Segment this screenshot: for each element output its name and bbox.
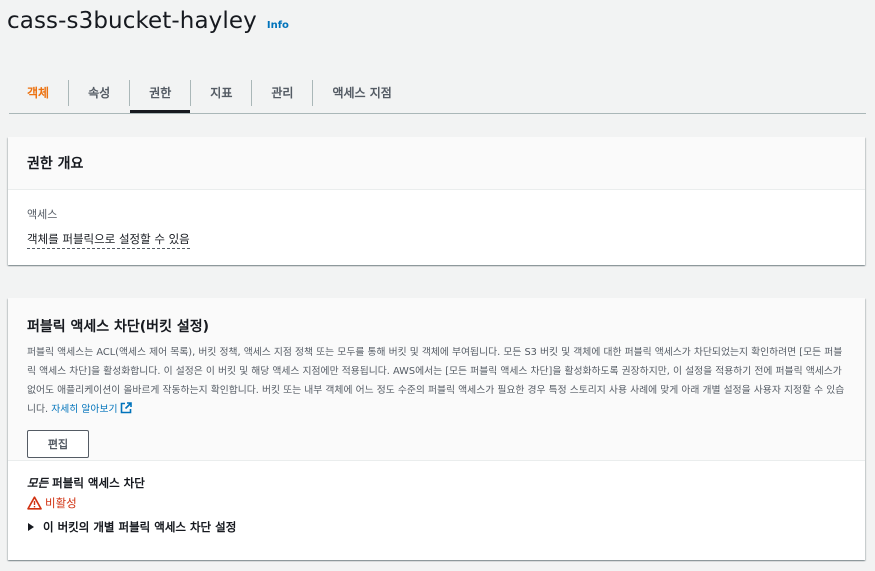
individual-settings-expander[interactable]: 이 버킷의 개별 퍼블릭 액세스 차단 설정 [27,519,846,535]
panel-header: 퍼블릭 액세스 차단(버킷 설정) 퍼블릭 액세스는 ACL(액세스 제어 목록… [8,298,865,461]
caret-right-icon [28,523,34,531]
tab-label: 권한 [149,85,172,100]
access-label: 액세스 [27,208,58,221]
page-header: cass-s3bucket-hayley Info [7,8,289,34]
tab-label: 액세스 지점 [332,85,392,100]
tab-label: 지표 [210,85,233,100]
permissions-overview-panel: 권한 개요 액세스 객체를 퍼블릭으로 설정할 수 있음 [8,137,865,265]
external-link-icon [120,402,133,421]
tab-objects[interactable]: 객체 [9,72,68,112]
tab-metrics[interactable]: 지표 [191,72,251,112]
edit-button[interactable]: 편집 [27,430,89,458]
access-value[interactable]: 객체를 퍼블릭으로 설정할 수 있음 [27,231,190,249]
tab-management[interactable]: 관리 [252,72,312,112]
block-all-text: 퍼블릭 액세스 차단 [48,476,145,490]
status-badge: 비활성 [27,495,846,511]
description-text: 퍼블릭 액세스는 ACL(액세스 제어 목록), 버킷 정책, 액세스 지점 정… [27,347,845,415]
panel-body: 모든 퍼블릭 액세스 차단 비활성 이 버킷의 개별 퍼블릭 액세스 차단 설정 [8,461,865,535]
info-link[interactable]: Info [267,20,289,31]
panel-title: 퍼블릭 액세스 차단(버킷 설정) [27,319,209,335]
panel-body: 액세스 객체를 퍼블릭으로 설정할 수 있음 [8,190,865,249]
warning-icon [27,496,42,510]
tab-permissions[interactable]: 권한 [130,72,191,113]
block-all-emphasis: 모든 [27,476,49,490]
expander-label: 이 버킷의 개별 퍼블릭 액세스 차단 설정 [43,520,237,534]
panel-description: 퍼블릭 액세스는 ACL(액세스 제어 목록), 버킷 정책, 액세스 지점 정… [27,343,847,421]
tab-label: 속성 [88,85,111,100]
learn-more-label: 자세히 알아보기 [51,404,118,415]
tab-properties[interactable]: 속성 [69,72,129,112]
tab-access-points[interactable]: 액세스 지점 [313,72,410,112]
status-text: 비활성 [45,496,77,510]
panel-header: 권한 개요 [8,137,865,190]
tab-label: 객체 [27,85,50,100]
learn-more-link[interactable]: 자세히 알아보기 [51,402,133,415]
block-all-label: 모든 퍼블릭 액세스 차단 [27,475,846,491]
panel-title: 권한 개요 [27,156,84,172]
tab-label: 관리 [271,85,294,100]
tab-bar: 객체 속성 권한 지표 관리 액세스 지점 [9,72,866,114]
page-title: cass-s3bucket-hayley [7,8,257,34]
block-public-access-panel: 퍼블릭 액세스 차단(버킷 설정) 퍼블릭 액세스는 ACL(액세스 제어 목록… [8,298,865,560]
